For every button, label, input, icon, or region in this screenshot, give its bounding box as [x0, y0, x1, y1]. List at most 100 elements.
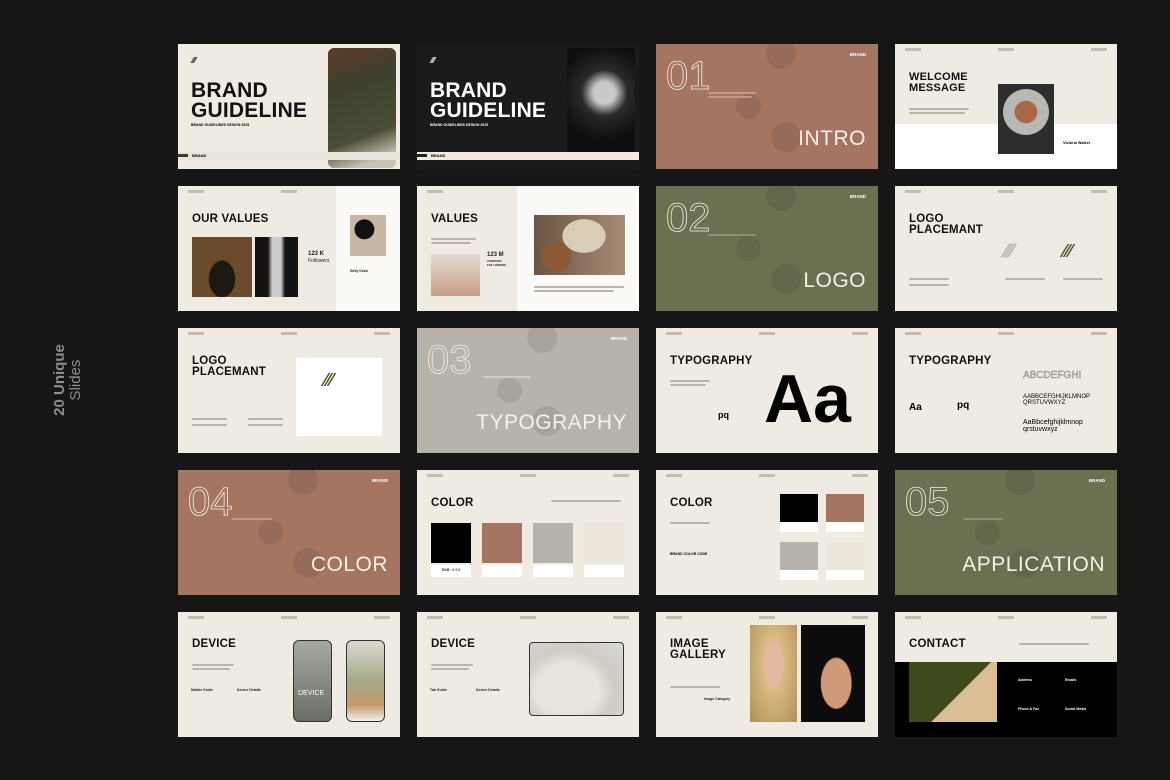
swatch-cream	[584, 523, 624, 563]
swatch-gray	[533, 523, 573, 563]
gallery-photo-2	[801, 625, 865, 722]
swatch-black	[780, 494, 818, 522]
brand-label: BRAND	[610, 336, 627, 341]
slide-cover-dark[interactable]: ⁄⁄⁄ BRAND GUIDELINE BRAND GUIDELINES DESI…	[417, 44, 639, 169]
section-word: COLOR	[310, 553, 388, 576]
phone-mockup-1	[293, 640, 332, 722]
slide-values[interactable]: VALUES 123 M COMPANY FOLLOWERS	[417, 186, 639, 311]
type-sample-small: pq	[718, 410, 729, 420]
tab-guide-label: Tab Guide	[430, 688, 447, 692]
slide-title: TYPOGRAPHY	[909, 355, 992, 367]
swatch-cream	[826, 542, 864, 570]
mobile-guide-label: Mobile Guide	[191, 688, 213, 692]
cover-subtitle: BRAND GUIDELINES DESIGN 2025	[191, 123, 250, 127]
slide-intro[interactable]: 01 BRAND INTRO	[656, 44, 878, 169]
welcome-name: Victoria Walker	[1063, 141, 1091, 145]
side-label-line1: 20 Unique	[51, 344, 68, 416]
device-details-label: Device Details	[237, 688, 261, 692]
logo-icon: ⁄⁄⁄	[431, 56, 436, 65]
alphabet-upper: AABBCEFGHIJKLMNOP QRSTUVWXYZ	[1023, 394, 1090, 406]
slide-title: LOGO PLACEMANT	[909, 213, 983, 236]
phone-text: DEVICE	[298, 690, 325, 697]
contact-photo	[909, 662, 997, 722]
slide-color-1[interactable]: COLOR RGB : 0 0 0	[417, 470, 639, 595]
cover-subtitle: BRAND GUIDELINES DESIGN 2025	[430, 123, 489, 127]
section-number: 03	[427, 338, 472, 382]
logo-icon: ⁄⁄⁄	[324, 370, 334, 390]
cover-photo	[567, 48, 635, 160]
slide-cover-light[interactable]: ⁄⁄⁄ BRAND GUIDELINE BRAND GUIDELINES DESI…	[178, 44, 400, 169]
slide-our-values[interactable]: OUR VALUES 123 K Followers Nelly Dean	[178, 186, 400, 311]
side-label-line2: Slides	[67, 359, 84, 401]
slide-typography-section[interactable]: 03 BRAND TYPOGRAPHY	[417, 328, 639, 453]
slide-device-tab[interactable]: DEVICE Tab Guide Device Details	[417, 612, 639, 737]
type-sample-aa: Aa	[909, 402, 922, 413]
brand-label: BRAND	[849, 194, 866, 199]
section-number: 02	[666, 196, 711, 240]
slide-title: OUR VALUES	[192, 213, 269, 225]
stat-value: 123 M	[487, 252, 504, 258]
slide-title: COLOR	[670, 497, 713, 509]
slide-logo-placement-2[interactable]: LOGO PLACEMANT ⁄⁄⁄	[178, 328, 400, 453]
stat-value: 123 K	[308, 251, 325, 257]
slide-title: CONTACT	[909, 638, 966, 650]
slide-title: DEVICE	[431, 638, 476, 650]
stat-label: Followers	[308, 258, 330, 264]
slide-logo-section[interactable]: 02 BRAND LOGO	[656, 186, 878, 311]
emails-label: Emails	[1065, 678, 1077, 682]
section-word: LOGO	[803, 269, 866, 292]
address-label: Address	[1018, 678, 1033, 682]
slide-logo-placement-1[interactable]: LOGO PLACEMANT ⁄⁄⁄ ⁄⁄⁄	[895, 186, 1117, 311]
device-details-label: Device Details	[476, 688, 500, 692]
logo-outline-icon: ⁄⁄⁄	[1005, 241, 1015, 262]
vase-photo	[192, 237, 252, 297]
social-label: Social Media	[1065, 707, 1087, 711]
phone-mockup-2	[346, 640, 385, 722]
logo-icon: ⁄⁄⁄	[192, 56, 197, 65]
swatch-black	[431, 523, 471, 563]
slide-contact[interactable]: CONTACT Address Emails Phone & Fax Socia…	[895, 612, 1117, 737]
slide-typography-1[interactable]: TYPOGRAPHY pq Aa	[656, 328, 878, 453]
tablet-mockup	[529, 642, 624, 716]
slide-title: VALUES	[431, 213, 478, 225]
hat-photo	[350, 215, 386, 256]
section-number: 04	[188, 480, 233, 524]
slide-device-mobile[interactable]: DEVICE Mobile Guide Device Details DEVIC…	[178, 612, 400, 737]
slide-typography-2[interactable]: TYPOGRAPHY Aa pq ABCDEFGHI AABBCEFGHIJKL…	[895, 328, 1117, 453]
slide-color-2[interactable]: COLOR BRAND COLOR CODE	[656, 470, 878, 595]
slide-application-section[interactable]: 05 BRAND APPLICATION	[895, 470, 1117, 595]
cover-title: BRAND GUIDELINE	[191, 79, 308, 122]
slide-color-section[interactable]: 04 BRAND COLOR	[178, 470, 400, 595]
color-code-label: BRAND COLOR CODE	[670, 552, 708, 556]
brand-label: BRAND	[1088, 478, 1105, 483]
logo-icon: ⁄⁄⁄	[1063, 241, 1073, 261]
side-label: 20 Unique Slides	[51, 340, 84, 420]
swatch-brown	[482, 523, 522, 563]
swatch-gray	[780, 542, 818, 570]
section-word: TYPOGRAPHY	[476, 411, 627, 434]
slide-title: COLOR	[431, 497, 474, 509]
slide-image-gallery[interactable]: IMAGE GALLERY Image Category	[656, 612, 878, 737]
section-number: 01	[666, 54, 711, 98]
cover-photo	[328, 48, 396, 168]
cover-footer-brand: BRAND	[431, 153, 446, 158]
welcome-title: WELCOME MESSAGE	[909, 71, 968, 94]
brand-label: BRAND	[849, 52, 866, 57]
gallery-photo-1	[750, 625, 797, 722]
pottery-photo	[534, 215, 625, 275]
swatch-label: RGB : 0 0 0	[431, 565, 471, 577]
slide-title: LOGO PLACEMANT	[192, 355, 266, 378]
slide-title: TYPOGRAPHY	[670, 355, 753, 367]
section-word: APPLICATION	[962, 553, 1105, 576]
cover-footer-brand: BRAND	[192, 153, 207, 158]
type-sample-pq: pq	[957, 400, 970, 411]
alphabet-lower: AaBbcefghijklmnop qrstuvwxyz	[1023, 419, 1083, 433]
person-name: Nelly Dean	[350, 269, 368, 273]
welcome-photo	[998, 84, 1054, 154]
slide-welcome[interactable]: WELCOME MESSAGE Victoria Walker	[895, 44, 1117, 169]
section-number: 05	[905, 480, 950, 524]
slide-title: IMAGE GALLERY	[670, 638, 726, 661]
slide-title: DEVICE	[192, 638, 237, 650]
cover-title: BRAND GUIDELINE	[430, 79, 547, 122]
vase-photo	[431, 254, 480, 296]
